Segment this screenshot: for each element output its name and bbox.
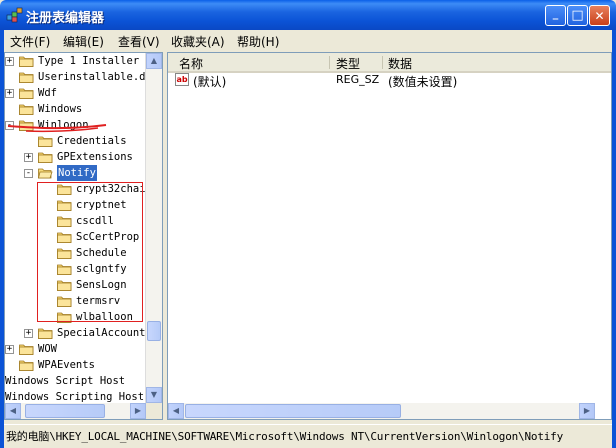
folder-icon [19, 359, 34, 371]
tree-item-label: WPAEvents [38, 359, 95, 371]
value-type: REG_SZ [336, 73, 380, 86]
string-value-icon: ab [175, 73, 189, 86]
folder-icon [19, 343, 34, 355]
status-bar: 我的电脑\HKEY_LOCAL_MACHINE\SOFTWARE\Microso… [4, 424, 612, 445]
scroll-left-button[interactable]: ◀ [168, 403, 184, 419]
menu-favorites[interactable]: 收藏夹(A) [171, 33, 225, 50]
scroll-right-button[interactable]: ▶ [579, 403, 595, 419]
regedit-icon [6, 7, 23, 23]
close-button[interactable]: ✕ [589, 5, 610, 26]
maximize-icon: □ [571, 8, 584, 23]
menu-file[interactable]: 文件(F) [10, 33, 50, 50]
window-border-right [612, 30, 616, 448]
column-header-data[interactable]: 数据 [388, 55, 412, 72]
menu-edit[interactable]: 编辑(E) [63, 33, 104, 50]
scroll-corner [146, 403, 162, 419]
scroll-left-button[interactable]: ◀ [5, 403, 21, 419]
folder-icon [19, 55, 34, 67]
tree-item-label: Notify [57, 165, 97, 181]
expand-icon[interactable]: + [5, 89, 14, 98]
value-data: (数值未设置) [388, 75, 458, 89]
scroll-up-button[interactable]: ▲ [146, 53, 162, 69]
folder-icon [19, 87, 34, 99]
menu-view[interactable]: 查看(V) [118, 33, 160, 50]
folder-icon [38, 151, 53, 163]
folder-icon [38, 327, 53, 339]
scroll-right-button[interactable]: ▶ [130, 403, 146, 419]
tree-horizontal-scrollbar[interactable]: ◀ ▶ [5, 403, 146, 419]
value-list-pane[interactable]: 名称 类型 数据 ab (默认) REG_SZ (数值未设置) ◀ ▶ [167, 52, 612, 420]
expand-icon[interactable]: + [5, 345, 14, 354]
expand-icon[interactable]: + [24, 329, 33, 338]
value-name: (默认) [193, 75, 227, 89]
tree-item-label: Userinstallable.d [38, 71, 146, 83]
menu-bar: 文件(F) 编辑(E) 查看(V) 收藏夹(A) 帮助(H) [4, 30, 612, 50]
list-horizontal-scrollbar[interactable]: ◀ ▶ [168, 403, 595, 419]
hscroll-thumb[interactable] [185, 404, 401, 418]
maximize-button[interactable]: □ [567, 5, 588, 26]
tree-item-label: Windows [38, 103, 83, 115]
scroll-down-button[interactable]: ▼ [146, 387, 162, 403]
minimize-button[interactable]: _ [545, 5, 566, 26]
list-header: 名称 类型 数据 [168, 53, 611, 73]
collapse-icon[interactable]: - [24, 169, 33, 178]
menu-help[interactable]: 帮助(H) [237, 33, 279, 50]
column-header-name[interactable]: 名称 [179, 55, 203, 72]
folder-icon [19, 71, 34, 83]
tree-item-label: Type 1 Installer [38, 55, 140, 67]
tree-item-label: WOW [38, 343, 57, 355]
open-folder-icon [37, 167, 53, 179]
folder-icon [19, 103, 34, 115]
list-item[interactable]: ab (默认) REG_SZ (数值未设置) [168, 72, 608, 89]
registry-editor-window: 注册表编辑器 _ □ ✕ 文件(F) 编辑(E) 查看(V) 收藏夹(A) 帮助… [0, 0, 616, 448]
minimize-icon: _ [552, 7, 559, 20]
tree-vertical-scrollbar[interactable]: ▲ ▼ [145, 53, 162, 403]
close-icon: ✕ [594, 8, 605, 23]
column-header-type[interactable]: 类型 [336, 55, 360, 72]
title-bar[interactable]: 注册表编辑器 _ □ ✕ [0, 0, 616, 30]
tree-item-label: Windows Script Host [5, 375, 126, 387]
hscroll-thumb[interactable] [25, 404, 105, 418]
tree-item-label: Wdf [38, 87, 57, 99]
column-divider[interactable] [382, 56, 383, 69]
status-path: 我的电脑\HKEY_LOCAL_MACHINE\SOFTWARE\Microso… [6, 430, 564, 443]
annotation-highlight-box [37, 182, 143, 322]
scroll-thumb[interactable] [147, 321, 161, 341]
window-title: 注册表编辑器 [26, 11, 105, 26]
column-divider[interactable] [329, 56, 330, 69]
expand-icon[interactable]: + [24, 153, 33, 162]
annotation-underline [7, 124, 107, 133]
tree-item-label: SpecialAccount [57, 327, 146, 339]
expand-icon[interactable]: + [5, 57, 14, 66]
tree-item-label: GPExtensions [57, 151, 133, 163]
